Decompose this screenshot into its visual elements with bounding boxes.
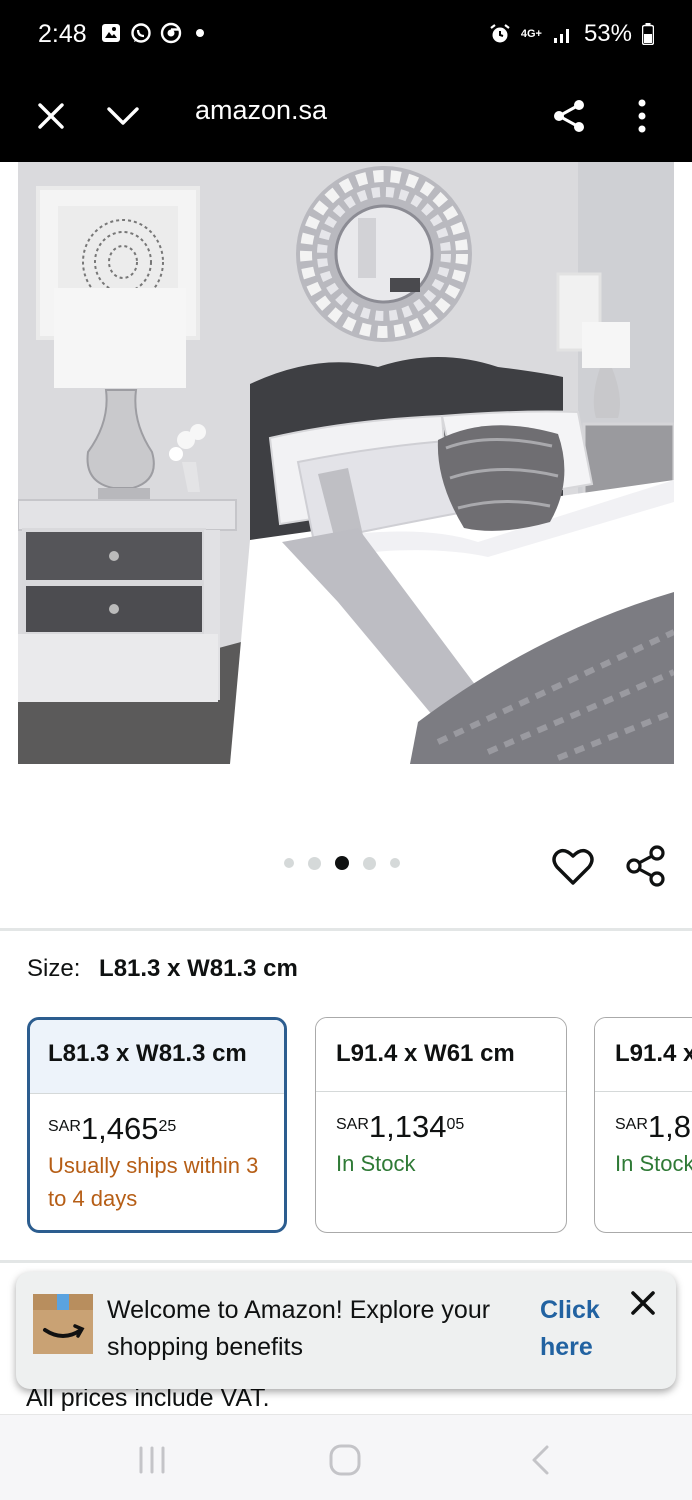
size-label: Size: [27,955,81,982]
size-option-card[interactable]: L91.4 x SAR 1,8 In Stock [594,1017,692,1233]
size-option-title: L91.4 x W61 cm [316,1018,566,1092]
price-currency: SAR [615,1116,648,1133]
alarm-icon [490,24,510,43]
size-selected-value: L81.3 x W81.3 cm [99,955,298,982]
share-page-button[interactable] [545,92,593,140]
availability-text: In Stock [336,1151,416,1176]
battery-icon [642,23,654,45]
chrome-icon [160,22,182,44]
price-currency: SAR [336,1116,369,1133]
price: SAR 1,465 25 [48,1112,284,1146]
signal-icon [553,29,569,43]
more-options-button[interactable] [618,92,666,140]
price-whole: 1,8 [647,1109,692,1144]
battery-percent: 53% [583,20,632,47]
status-time: 2:48 [38,20,87,48]
click-here-link[interactable]: Click here [540,1292,620,1366]
recent-apps-icon[interactable] [135,1443,169,1477]
carousel-dot-5[interactable] [390,858,400,868]
availability-text: In Stock [615,1151,692,1176]
back-icon[interactable] [525,1443,559,1477]
carousel-indicator[interactable] [284,856,400,870]
price-whole: 1,465 [80,1111,159,1146]
close-icon [38,103,64,129]
browser-toolbar: amazon.sa [0,72,692,162]
close-tab-button[interactable] [27,92,75,140]
section-divider [0,1260,692,1263]
url-text[interactable]: amazon.sa [195,95,327,126]
more-vert-icon [638,99,646,133]
section-divider [0,928,692,931]
price: SAR 1,8 [615,1110,692,1144]
size-option-card[interactable]: L81.3 x W81.3 cm SAR 1,465 25 Usually sh… [27,1017,287,1233]
whatsapp-icon [131,23,151,43]
wishlist-heart-icon[interactable] [551,845,595,887]
home-icon[interactable] [328,1443,362,1477]
carousel-dot-4[interactable] [363,856,376,870]
bedroom-photo [18,162,674,764]
gallery-icon [102,24,120,42]
price: SAR 1,134 05 [336,1110,566,1144]
product-image[interactable] [18,162,674,764]
size-option-card[interactable]: L91.4 x W61 cm SAR 1,134 05 In Stock [315,1017,567,1233]
notification-icons [100,22,204,44]
status-bar: 2:48 4G+ 53% [0,0,692,72]
welcome-message: Welcome to Amazon! Explore your shopping… [107,1296,491,1361]
price-whole: 1,134 [368,1109,447,1144]
system-nav-bar [0,1414,692,1500]
network-type: 4G+ [520,28,542,40]
carousel-dot-1[interactable] [284,858,294,868]
size-option-title: L91.4 x [595,1018,692,1092]
status-right: 4G+ 53% [489,20,654,48]
share-icon [554,100,584,132]
size-selector-label: Size: L81.3 x W81.3 cm [27,955,298,983]
close-banner-icon[interactable] [626,1286,660,1320]
carousel-dot-3[interactable] [335,856,349,870]
minimize-button[interactable] [99,92,147,140]
amazon-box-logo-icon [33,1294,93,1354]
carousel-dot-2[interactable] [308,856,321,870]
welcome-banner[interactable]: Welcome to Amazon! Explore your shopping… [16,1272,676,1389]
price-currency: SAR [48,1118,81,1135]
size-option-title: L81.3 x W81.3 cm [30,1020,284,1094]
price-fraction: 05 [446,1116,465,1133]
chevron-down-icon [107,107,139,125]
availability-text: Usually ships within 3 to 4 days [48,1153,259,1211]
more-notifications-dot [196,29,204,37]
share-product-icon[interactable] [625,845,667,887]
price-fraction: 25 [158,1118,177,1135]
